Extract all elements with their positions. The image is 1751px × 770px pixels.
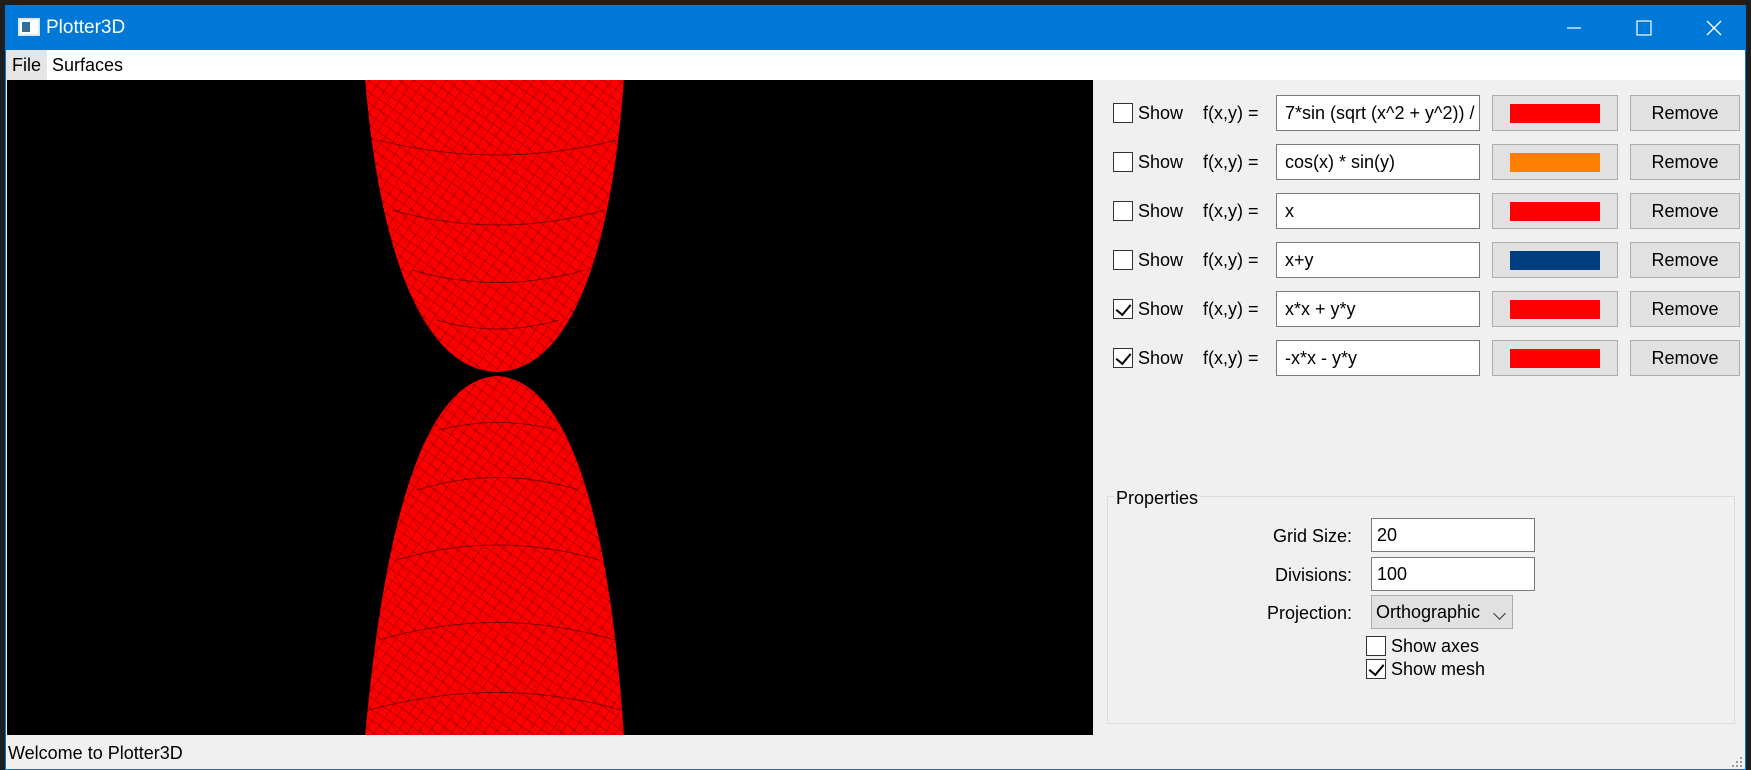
- color-swatch: [1510, 251, 1600, 270]
- surface-render: [365, 80, 624, 735]
- show-label: Show: [1138, 250, 1184, 270]
- show-mesh-checkbox[interactable]: [1366, 659, 1386, 679]
- fxy-label: f(x,y) =: [1203, 103, 1259, 123]
- color-button[interactable]: [1492, 95, 1618, 131]
- properties-group: Properties Grid Size: 20 Divisions: 100 …: [1107, 488, 1735, 724]
- function-row: Show f(x,y) = x+y Remove: [1093, 240, 1740, 280]
- close-icon: [1706, 20, 1722, 36]
- surfaces-panel: Show f(x,y) = 7*sin (sqrt (x^2 + y^2)) /…: [1093, 80, 1745, 735]
- remove-button[interactable]: Remove: [1630, 291, 1740, 327]
- show-label: Show: [1138, 348, 1184, 368]
- show-label: Show: [1138, 201, 1184, 221]
- title-bar[interactable]: Plotter3D: [6, 6, 1745, 50]
- status-bar: Welcome to Plotter3D: [6, 735, 1745, 769]
- maximize-button[interactable]: [1609, 6, 1679, 50]
- color-swatch: [1510, 153, 1600, 172]
- color-swatch: [1510, 202, 1600, 221]
- show-checkbox[interactable]: [1113, 348, 1133, 368]
- show-checkbox[interactable]: [1113, 201, 1133, 221]
- main-window: Plotter3D File Surfaces Show f(x,y) = 7*…: [5, 5, 1746, 770]
- window-title: Plotter3D: [46, 17, 126, 38]
- expression-input[interactable]: -x*x - y*y: [1276, 340, 1480, 376]
- function-row: Show f(x,y) = x Remove: [1093, 191, 1740, 231]
- maximize-icon: [1636, 20, 1652, 36]
- plot-viewport[interactable]: [7, 80, 1093, 735]
- show-checkbox[interactable]: [1113, 299, 1133, 319]
- minimize-icon: [1567, 27, 1581, 29]
- expression-input[interactable]: x*x + y*y: [1276, 291, 1480, 327]
- remove-button[interactable]: Remove: [1630, 242, 1740, 278]
- show-mesh-label: Show mesh: [1391, 659, 1486, 679]
- color-swatch: [1510, 300, 1600, 319]
- show-checkbox[interactable]: [1113, 152, 1133, 172]
- fxy-label: f(x,y) =: [1203, 152, 1259, 172]
- properties-title: Properties: [1114, 488, 1201, 509]
- app-icon: [18, 18, 40, 36]
- show-label: Show: [1138, 103, 1184, 123]
- show-axes-checkbox[interactable]: [1366, 636, 1386, 656]
- divisions-input[interactable]: 100: [1371, 557, 1535, 591]
- remove-button[interactable]: Remove: [1630, 340, 1740, 376]
- color-swatch: [1510, 349, 1600, 368]
- show-axes-label: Show axes: [1391, 636, 1480, 656]
- remove-button[interactable]: Remove: [1630, 95, 1740, 131]
- color-button[interactable]: [1492, 340, 1618, 376]
- expression-input[interactable]: x+y: [1276, 242, 1480, 278]
- status-text: Welcome to Plotter3D: [8, 743, 183, 763]
- projection-value: Orthographic: [1376, 602, 1481, 622]
- fxy-label: f(x,y) =: [1203, 348, 1259, 368]
- fxy-label: f(x,y) =: [1203, 201, 1259, 221]
- close-button[interactable]: [1679, 6, 1745, 50]
- color-button[interactable]: [1492, 242, 1618, 278]
- remove-button[interactable]: Remove: [1630, 144, 1740, 180]
- color-button[interactable]: [1492, 193, 1618, 229]
- remove-button[interactable]: Remove: [1630, 193, 1740, 229]
- minimize-button[interactable]: [1539, 6, 1609, 50]
- function-row: Show f(x,y) = -x*x - y*y Remove: [1093, 338, 1740, 378]
- menu-file[interactable]: File: [6, 50, 48, 80]
- menu-bar: File Surfaces: [6, 50, 1745, 80]
- show-label: Show: [1138, 152, 1184, 172]
- color-swatch: [1510, 104, 1600, 123]
- fxy-label: f(x,y) =: [1203, 299, 1259, 319]
- color-button[interactable]: [1492, 144, 1618, 180]
- projection-label: Projection:: [1266, 603, 1352, 623]
- expression-input[interactable]: 7*sin (sqrt (x^2 + y^2)) /: [1276, 95, 1480, 131]
- chevron-down-icon: [1493, 607, 1506, 620]
- menu-surfaces[interactable]: Surfaces: [46, 50, 129, 80]
- function-row: Show f(x,y) = 7*sin (sqrt (x^2 + y^2)) /…: [1093, 93, 1740, 133]
- expression-input[interactable]: x: [1276, 193, 1480, 229]
- expression-input[interactable]: cos(x) * sin(y): [1276, 144, 1480, 180]
- show-checkbox[interactable]: [1113, 103, 1133, 123]
- show-label: Show: [1138, 299, 1184, 319]
- function-row: Show f(x,y) = cos(x) * sin(y) Remove: [1093, 142, 1740, 182]
- color-button[interactable]: [1492, 291, 1618, 327]
- projection-select[interactable]: Orthographic: [1371, 595, 1513, 629]
- fxy-label: f(x,y) =: [1203, 250, 1259, 270]
- function-row: Show f(x,y) = x*x + y*y Remove: [1093, 289, 1740, 329]
- grid-size-label: Grid Size:: [1272, 526, 1352, 546]
- grid-size-input[interactable]: 20: [1371, 518, 1535, 552]
- show-checkbox[interactable]: [1113, 250, 1133, 270]
- divisions-label: Divisions:: [1274, 565, 1352, 585]
- resize-grip-icon[interactable]: [1731, 756, 1743, 768]
